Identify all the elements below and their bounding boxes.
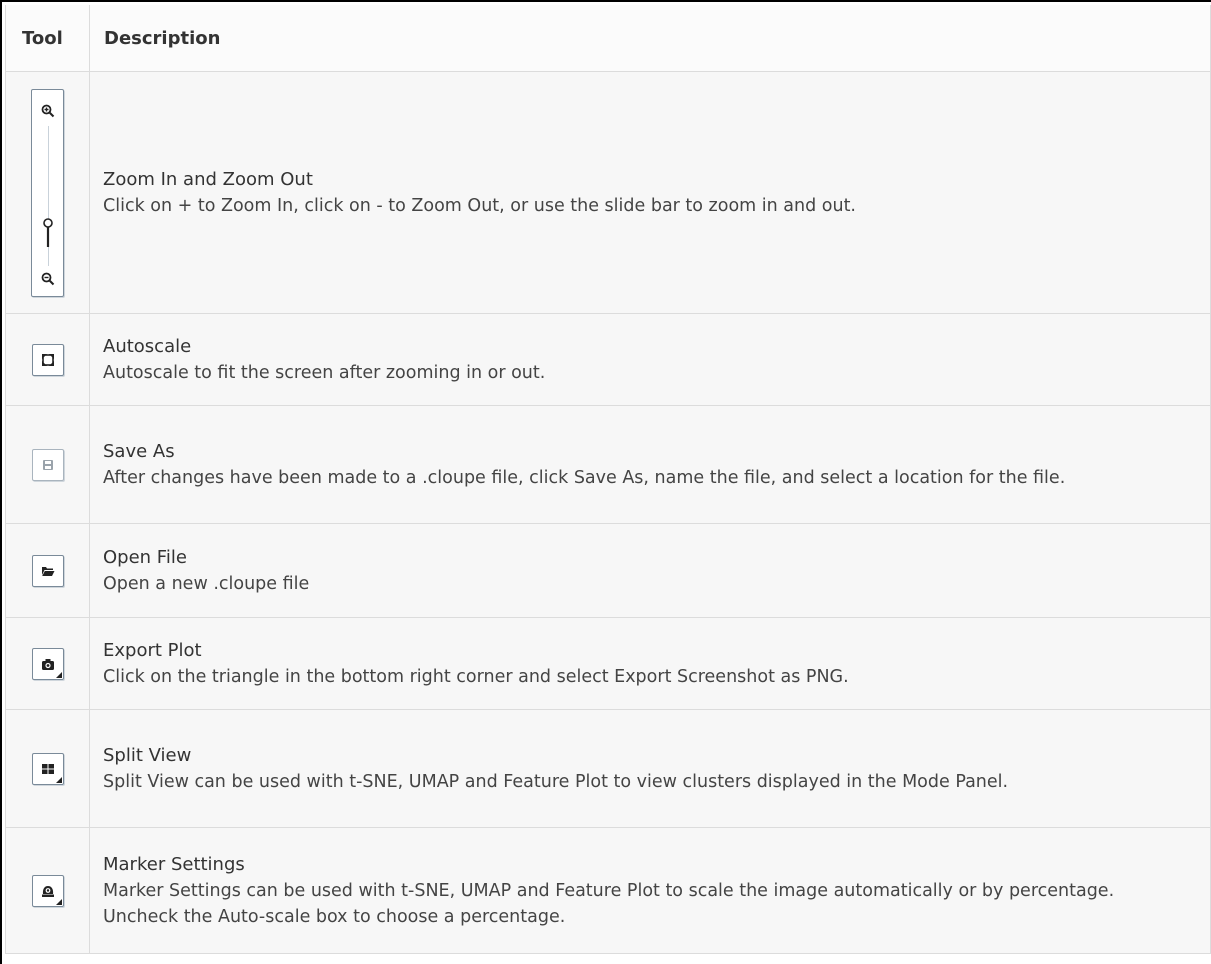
tool-title: Zoom In and Zoom Out: [103, 168, 313, 190]
tool-cell: [5, 709, 90, 828]
marker-settings-icon: [41, 885, 54, 897]
tool-cell: [5, 71, 90, 314]
tool-title: Save As: [103, 440, 175, 462]
tool-cell: [5, 313, 90, 406]
marker-settings-button[interactable]: [31, 874, 64, 907]
tool-title: Split View: [103, 744, 192, 766]
tool-title: Autoscale: [103, 335, 192, 357]
marker-settings-dropdown-triangle[interactable]: [55, 898, 62, 905]
split-view-dropdown-triangle[interactable]: [55, 776, 62, 783]
table-row: Marker Settings Marker Settings can be u…: [5, 827, 1211, 954]
zoom-in-icon[interactable]: [41, 104, 55, 118]
tool-description: Autoscale to fit the screen after zoomin…: [103, 362, 546, 383]
description-cell: Autoscale Autoscale to fit the screen af…: [89, 313, 1211, 406]
tool-description: Open a new .cloupe file: [103, 573, 310, 594]
description-cell: Export Plot Click on the triangle in the…: [89, 617, 1211, 710]
header-description: Description: [89, 5, 1211, 72]
tool-title: Open File: [103, 546, 187, 568]
split-view-button[interactable]: [31, 752, 64, 785]
table-row: Save As After changes have been made to …: [5, 405, 1211, 524]
grid-icon: [41, 763, 54, 774]
description-cell: Split View Split View can be used with t…: [89, 709, 1211, 828]
tool-cell: [5, 405, 90, 524]
tool-title: Marker Settings: [103, 853, 245, 875]
tools-table: Tool Description Zoom In and Zoom Out Cl…: [5, 5, 1211, 954]
header-tool: Tool: [5, 5, 90, 72]
page-frame: Tool Description Zoom In and Zoom Out Cl…: [0, 0, 1211, 964]
table-row: Open File Open a new .cloupe file: [5, 523, 1211, 618]
save-icon: [42, 459, 53, 470]
tool-description: After changes have been made to a .cloup…: [103, 467, 1066, 488]
table-row: Autoscale Autoscale to fit the screen af…: [5, 313, 1211, 406]
description-cell: Open File Open a new .cloupe file: [89, 523, 1211, 618]
tool-description: Marker Settings can be used with t-SNE, …: [103, 880, 1115, 927]
export-dropdown-triangle[interactable]: [55, 671, 62, 678]
table-row: Zoom In and Zoom Out Click on + to Zoom …: [5, 71, 1211, 314]
zoom-slider-handle[interactable]: [41, 217, 55, 248]
tool-cell: [5, 827, 90, 954]
save-as-button[interactable]: [31, 448, 64, 481]
zoom-control[interactable]: [31, 88, 64, 297]
tool-title: Export Plot: [103, 639, 202, 661]
description-cell: Save As After changes have been made to …: [89, 405, 1211, 524]
folder-open-icon: [41, 566, 54, 576]
export-plot-button[interactable]: [31, 647, 64, 680]
description-cell: Marker Settings Marker Settings can be u…: [89, 827, 1211, 954]
tool-cell: [5, 523, 90, 618]
camera-icon: [41, 658, 54, 670]
autoscale-icon: [41, 353, 54, 366]
tool-cell: [5, 617, 90, 710]
tool-description: Split View can be used with t-SNE, UMAP …: [103, 771, 1009, 792]
open-file-button[interactable]: [31, 554, 64, 587]
tool-description: Click on the triangle in the bottom righ…: [103, 666, 849, 687]
description-cell: Zoom In and Zoom Out Click on + to Zoom …: [89, 71, 1211, 314]
table-header-row: Tool Description: [5, 5, 1211, 72]
tool-description: Click on + to Zoom In, click on - to Zoo…: [103, 195, 856, 216]
zoom-out-icon[interactable]: [41, 272, 55, 286]
table-row: Split View Split View can be used with t…: [5, 709, 1211, 828]
autoscale-button[interactable]: [31, 343, 64, 376]
table-row: Export Plot Click on the triangle in the…: [5, 617, 1211, 710]
